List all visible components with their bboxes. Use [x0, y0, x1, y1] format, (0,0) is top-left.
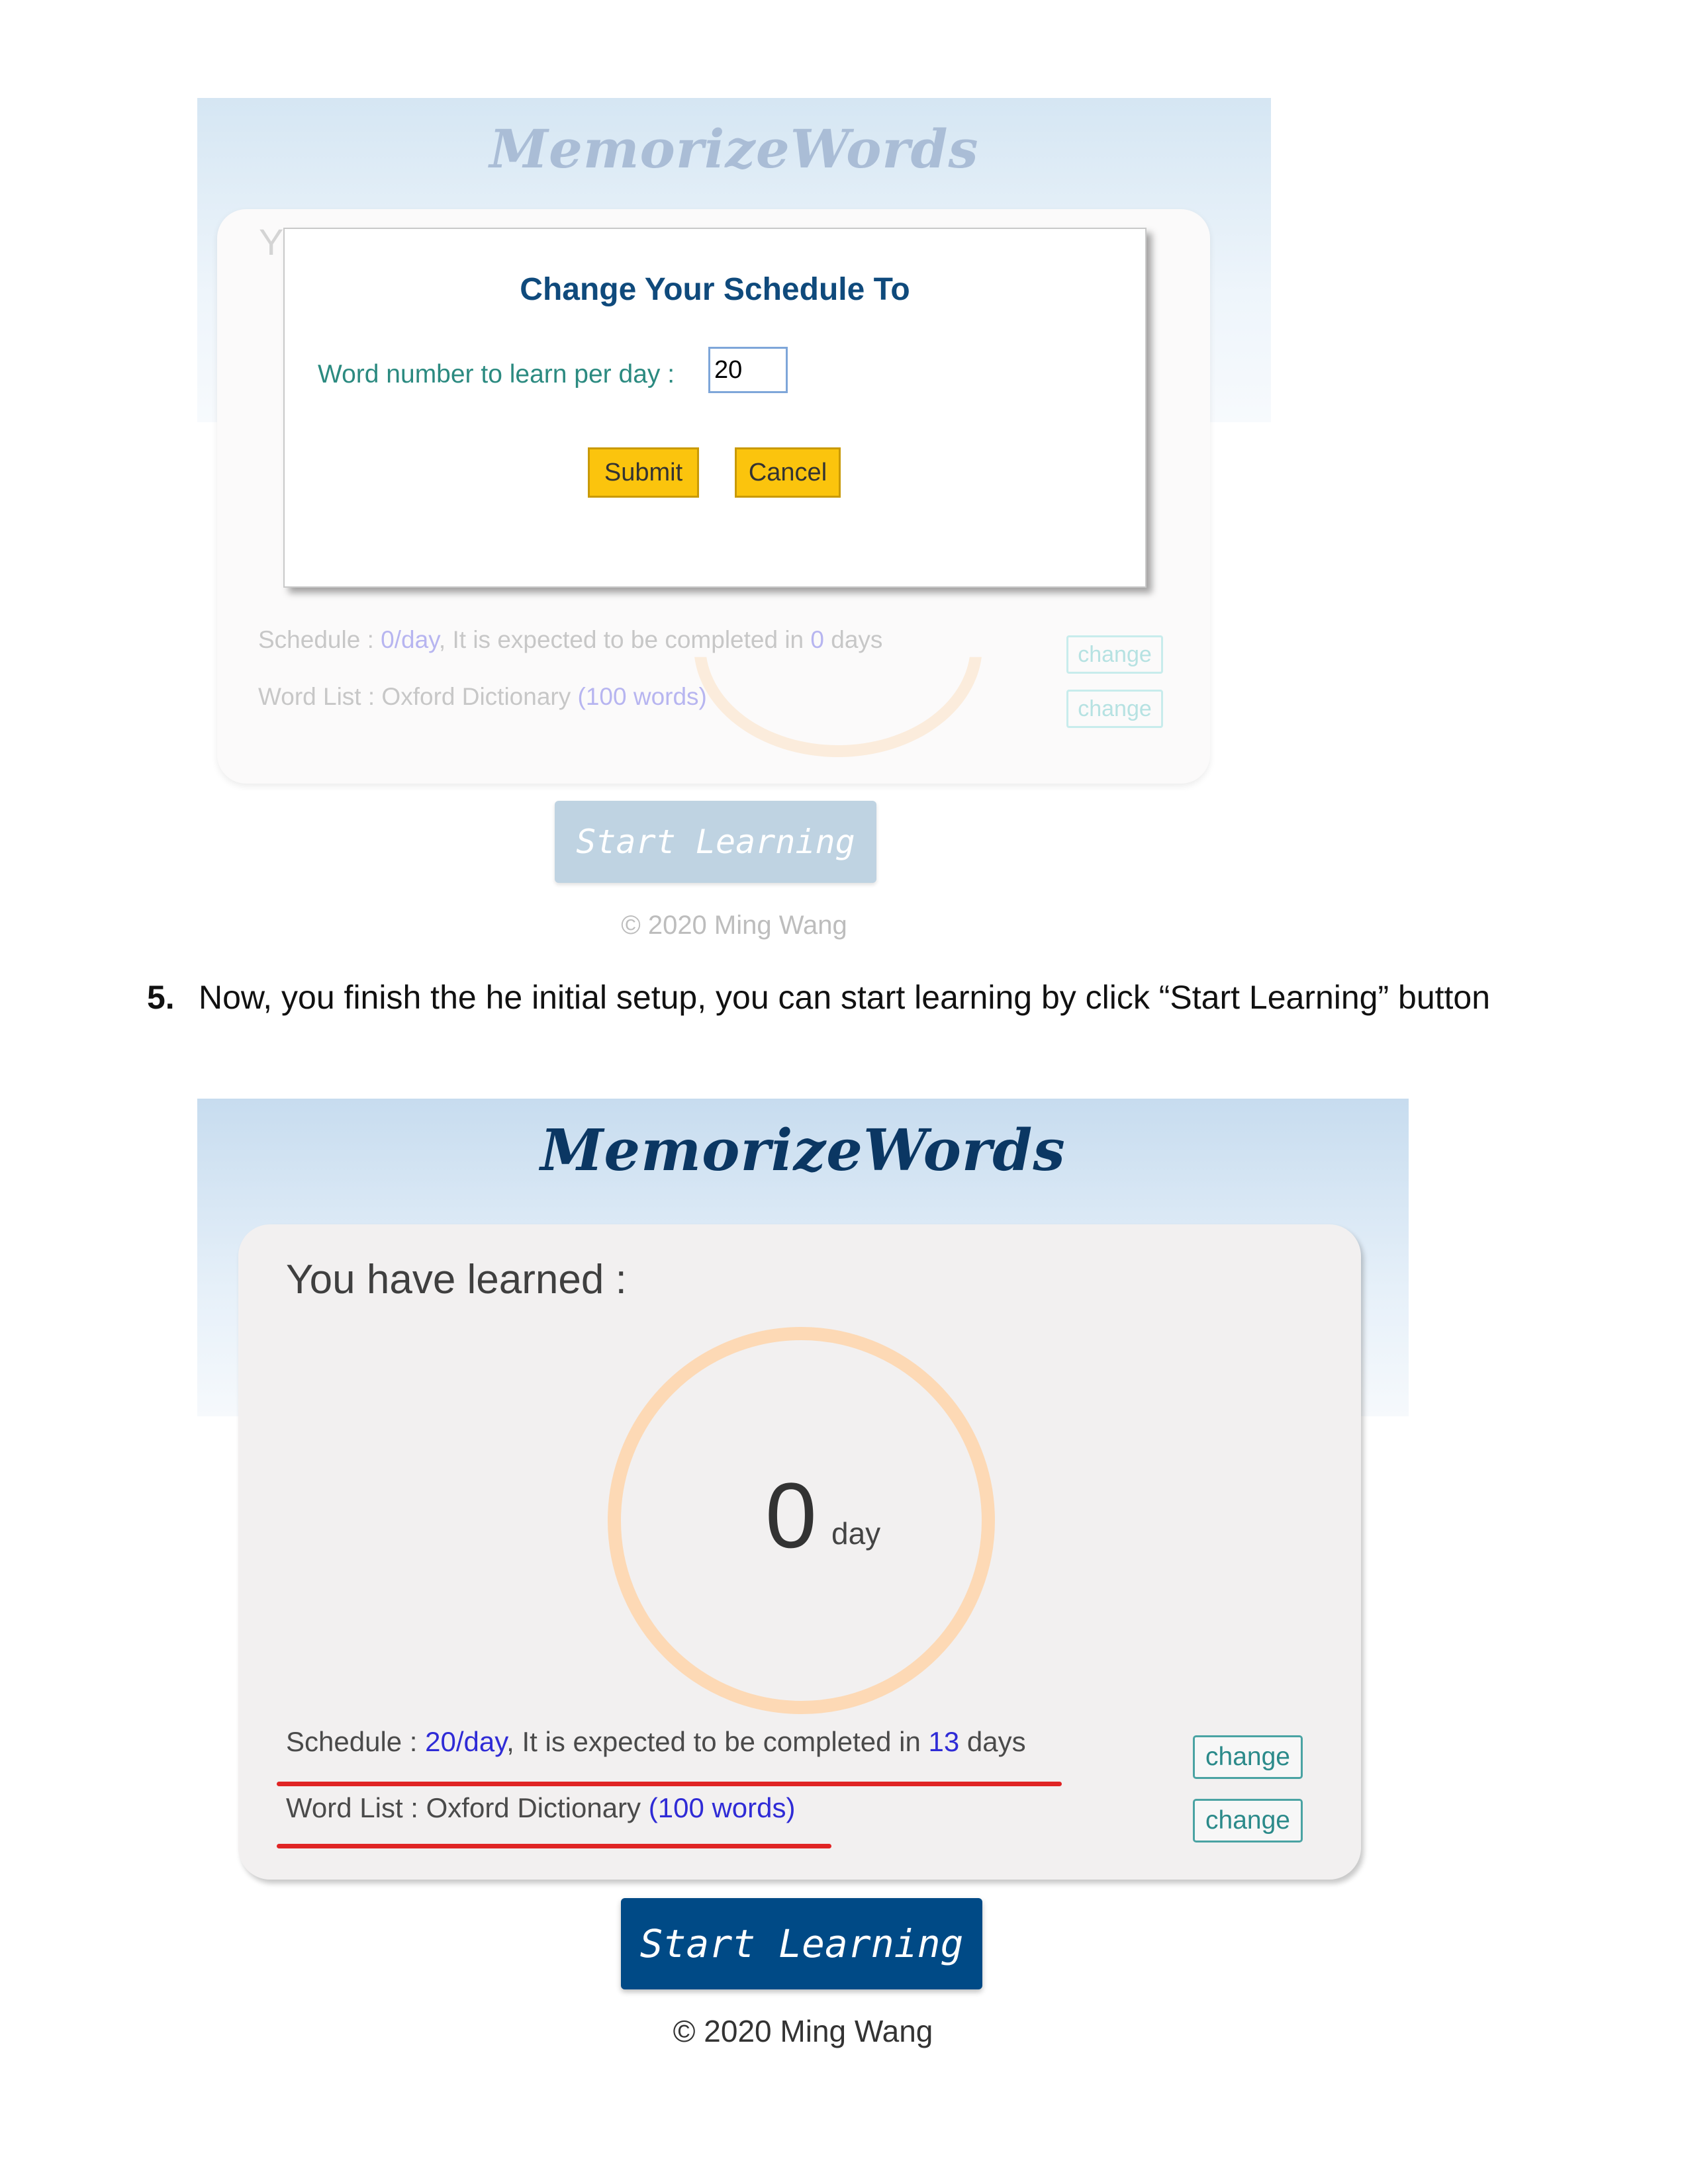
copyright: © 2020 Ming Wang [673, 2014, 933, 2048]
change-wordlist-button[interactable]: change [1066, 690, 1163, 728]
wordlist-underline [277, 1844, 831, 1848]
page-heading: You have learned : [286, 1257, 627, 1302]
wordlist-line: Word List : Oxford Dictionary (100 words… [286, 1792, 796, 1824]
schedule-line: Schedule : 20/day, It is expected to be … [286, 1726, 1026, 1758]
words-per-day-input[interactable]: 20 [708, 347, 788, 393]
schedule-label: Schedule : [286, 1726, 426, 1757]
start-learning-button[interactable]: Start Learning [621, 1898, 982, 1989]
schedule-days: 13 [928, 1726, 960, 1757]
schedule-text: , It is expected to be completed in [438, 626, 811, 653]
schedule-rate: 0/day [381, 626, 439, 653]
app-logo: MemorizeWords [489, 118, 979, 180]
app-logo: MemorizeWords [540, 1117, 1066, 1184]
copyright: © 2020 Ming Wang [621, 911, 847, 940]
schedule-modal: Change Your Schedule To Word number to l… [283, 228, 1147, 588]
modal-title: Change Your Schedule To [520, 272, 910, 307]
schedule-line: Schedule : 0/day, It is expected to be c… [258, 626, 882, 654]
schedule-underline [277, 1782, 1062, 1786]
schedule-days: 0 [810, 626, 824, 653]
wordlist-count: (100 words) [577, 683, 707, 710]
change-schedule-button[interactable]: change [1066, 635, 1163, 674]
wordlist-label: Word List : Oxford Dictionary [286, 1792, 649, 1823]
schedule-label: Schedule : [258, 626, 381, 653]
days-learned-unit: day [831, 1516, 881, 1551]
cancel-button[interactable]: Cancel [735, 447, 841, 498]
change-schedule-button[interactable]: change [1193, 1735, 1303, 1779]
wordlist-label: Word List : Oxford Dictionary [258, 683, 578, 710]
step-number: 5. [147, 979, 175, 1016]
change-wordlist-button[interactable]: change [1193, 1799, 1303, 1843]
words-per-day-label: Word number to learn per day : [318, 360, 675, 388]
screenshot-main-page: MemorizeWords You have learned : 0 day S… [197, 1099, 1409, 2065]
wordlist-line: Word List : Oxford Dictionary (100 words… [258, 683, 707, 711]
wordlist-count: (100 words) [648, 1792, 796, 1823]
step-text: Now, you finish the he initial setup, yo… [199, 979, 1491, 1016]
schedule-rate: 20/day [425, 1726, 507, 1757]
start-learning-button[interactable]: Start Learning [555, 801, 876, 883]
schedule-text: , It is expected to be completed in [506, 1726, 929, 1757]
schedule-days-unit: days [959, 1726, 1026, 1757]
screenshot-schedule-modal: MemorizeWords Y( Schedule : 0/day, It is… [197, 98, 1271, 958]
schedule-days-unit: days [824, 626, 883, 653]
submit-button[interactable]: Submit [588, 447, 699, 498]
days-learned-value: 0 [765, 1463, 817, 1567]
